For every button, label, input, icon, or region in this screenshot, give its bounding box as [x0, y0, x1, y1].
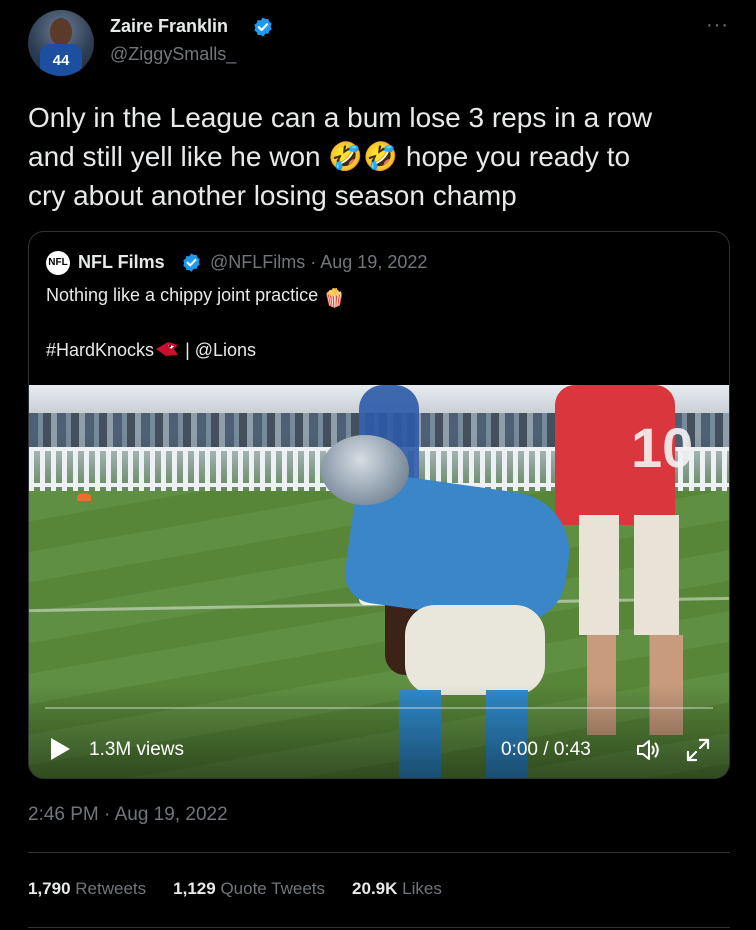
- tweet-text: Only in the League can a bum lose 3 reps…: [28, 98, 738, 215]
- quote-author-name[interactable]: NFL Films: [78, 252, 165, 273]
- divider: [28, 927, 730, 928]
- hashtag-hardknocks[interactable]: #HardKnocks: [46, 340, 154, 360]
- quote-text-body: Nothing like a chippy joint practice: [46, 285, 319, 305]
- quote-text: Nothing like a chippy joint practice 🍿: [46, 285, 346, 309]
- video-scene-receiver-pants: [405, 605, 545, 695]
- divider: [28, 852, 730, 853]
- verified-badge-icon: [254, 17, 272, 37]
- nfl-films-logo: NFL: [46, 251, 70, 275]
- more-icon[interactable]: ···: [706, 14, 729, 37]
- video-time: 0:00 / 0:43: [501, 739, 591, 760]
- avatar[interactable]: 44: [28, 10, 94, 76]
- retweets-stat[interactable]: 1,790 Retweets: [28, 879, 146, 899]
- quote-tweets-label: Quote Tweets: [220, 879, 326, 898]
- video-views: 1.3M views: [89, 739, 185, 760]
- quote-tags: #HardKnocks | @Lions: [46, 339, 256, 361]
- volume-icon[interactable]: [635, 737, 661, 763]
- likes-label: Likes: [402, 879, 442, 898]
- author-handle[interactable]: @ZiggySmalls_: [110, 44, 236, 65]
- likes-stat[interactable]: 20.9K Likes: [352, 879, 442, 899]
- avatar-jersey-number: 44: [52, 52, 70, 69]
- quote-handle-date[interactable]: @NFLFilms · Aug 19, 2022: [210, 252, 427, 273]
- video-scene-jersey-number: 10: [631, 416, 694, 479]
- quote-tweets-count: 1,129: [173, 879, 216, 898]
- video-scene-cone: [77, 493, 91, 501]
- tweet-text-line: and still yell like he won 🤣🤣 hope you r…: [28, 137, 738, 176]
- tweet-text-segment: and still yell like he won: [28, 141, 321, 172]
- verified-badge-icon: [183, 253, 200, 272]
- video-progress-bar[interactable]: [45, 707, 713, 709]
- tweet-stats: 1,790 Retweets 1,129 Quote Tweets 20.9K Li…: [28, 879, 469, 899]
- likes-count: 20.9K: [352, 879, 398, 898]
- retweets-count: 1,790: [28, 879, 71, 898]
- video-scene-helmet: [321, 435, 409, 505]
- play-icon[interactable]: [49, 737, 71, 761]
- avatar-head: [50, 18, 72, 46]
- video-scene-quarterback-pants: [579, 515, 679, 635]
- author-name[interactable]: Zaire Franklin: [110, 16, 228, 37]
- laughing-emoji-icon: 🤣🤣: [328, 141, 399, 172]
- tweet: 44 Zaire Franklin @ZiggySmalls_ ··· Only…: [0, 0, 756, 930]
- video-controls-shade: [29, 685, 729, 778]
- cardinals-logo-icon: [156, 342, 179, 356]
- tweet-timestamp[interactable]: 2:46 PM · Aug 19, 2022: [28, 804, 228, 826]
- quote-tweets-stat[interactable]: 1,129 Quote Tweets: [173, 879, 325, 899]
- tweet-text-line: cry about another losing season champ: [28, 180, 517, 211]
- fullscreen-icon[interactable]: [685, 737, 711, 763]
- retweets-label: Retweets: [75, 879, 147, 898]
- video-player[interactable]: 10 1.3M views 0:00 / 0:43: [29, 385, 729, 778]
- mention-lions[interactable]: | @Lions: [185, 340, 256, 360]
- tweet-text-line: Only in the League can a bum lose 3 reps…: [28, 102, 653, 133]
- quoted-tweet[interactable]: NFL NFL Films @NFLFilms · Aug 19, 2022 N…: [28, 231, 730, 779]
- tweet-text-segment: hope you ready to: [405, 141, 631, 172]
- popcorn-emoji-icon: 🍿: [323, 288, 346, 308]
